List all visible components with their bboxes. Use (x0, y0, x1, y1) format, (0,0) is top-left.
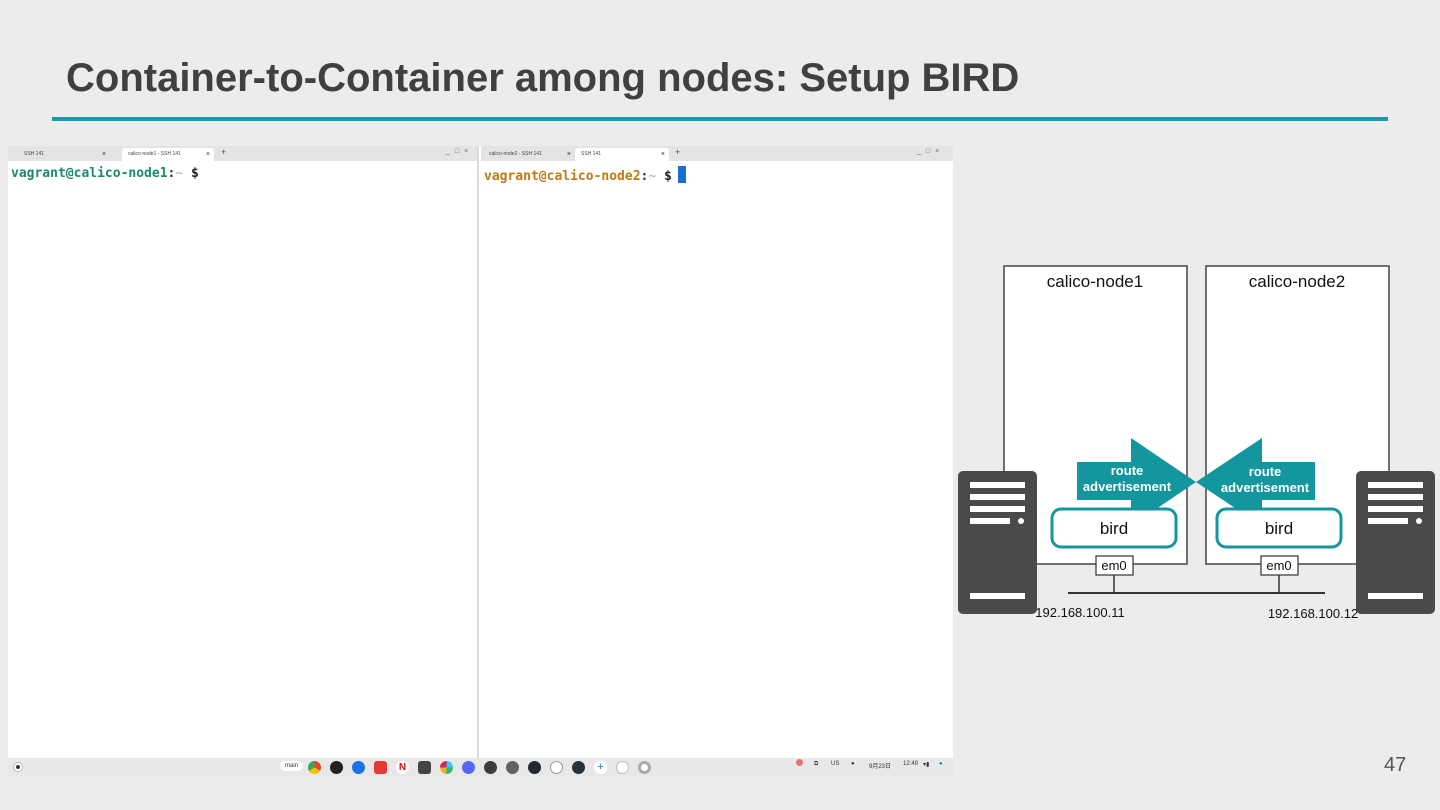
dot-app-icon[interactable] (638, 761, 651, 774)
close-icon[interactable]: × (206, 148, 210, 161)
terminal-window-node2: calico-node2 - SSH 141 × SSH 141 × + _□×… (481, 146, 953, 758)
bird-label-node2: bird (1265, 519, 1293, 538)
slide-title: Container-to-Container among nodes: Setu… (66, 56, 1020, 100)
server-icon-right (1356, 471, 1435, 614)
discord-icon[interactable] (462, 761, 475, 774)
route-label-left-1: route (1111, 463, 1144, 478)
bird-label-node1: bird (1100, 519, 1128, 538)
chrome-icon[interactable] (308, 761, 321, 774)
bird-route-diagram: calico-node1 calico-node2 route advertis… (958, 265, 1435, 621)
tab-bar: SSH 141 × calico-node1 - SSH 141 × + _□× (8, 146, 477, 161)
em0-label-node2: em0 (1266, 558, 1291, 573)
tab-label: calico-node1 - SSH 141 (128, 151, 181, 157)
terminal-icon[interactable] (484, 761, 497, 774)
slack-icon[interactable] (440, 761, 453, 774)
tray-overview-icon[interactable]: ⧉ (814, 761, 818, 768)
prompt-user-host: vagrant@calico-node2 (484, 169, 641, 184)
prompt-symbol: $ (664, 169, 672, 184)
youtube-icon[interactable] (374, 761, 387, 774)
close-icon[interactable]: × (567, 148, 571, 161)
terminal-prompt[interactable]: vagrant@calico-node1:~ $ (11, 166, 199, 181)
new-tab-icon[interactable]: + (221, 147, 226, 157)
account-icon[interactable]: ● (939, 761, 943, 767)
time-label[interactable]: 12:49 (903, 761, 918, 767)
github-icon[interactable] (330, 761, 343, 774)
screenshot-desktop: SSH 141 × calico-node1 - SSH 141 × + _□×… (8, 146, 953, 776)
github-desktop-icon[interactable] (528, 761, 541, 774)
launcher-icon[interactable] (13, 762, 23, 772)
server-icon-left (958, 471, 1037, 614)
ime-label[interactable]: US (831, 761, 839, 767)
prompt-path: ~ (175, 166, 184, 181)
close-icon[interactable]: × (661, 148, 665, 161)
new-tab-icon[interactable]: + (675, 147, 680, 157)
tab-calico-node2[interactable]: calico-node2 - SSH 141 × (483, 148, 575, 161)
desk-button[interactable]: main (280, 761, 304, 771)
window-controls[interactable]: _□× (917, 148, 944, 155)
prompt-path: ~ (648, 169, 657, 184)
wifi-icon: ▾▮ (923, 762, 930, 768)
plus-app-icon[interactable]: + (594, 761, 607, 774)
notification-icon[interactable] (796, 759, 803, 766)
prompt-symbol: $ (191, 166, 199, 181)
calico-node2-label: calico-node2 (1249, 272, 1345, 291)
ip-label-node1: 192.168.100.11 (1035, 605, 1124, 620)
route-label-right-1: route (1249, 464, 1282, 479)
route-label-left-2: advertisement (1083, 479, 1172, 494)
tab-label: SSH 141 (581, 151, 602, 157)
tab-ssh[interactable]: SSH 141 × (18, 148, 110, 161)
calico-node1-label: calico-node1 (1047, 272, 1143, 291)
title-divider (52, 117, 1388, 121)
date-label[interactable]: 9月23日 (869, 761, 891, 770)
window-controls[interactable]: _□× (446, 148, 473, 155)
os-shelf: main N + ⧉ US ● 9月23日 12:49 ▾▮ ● (8, 758, 953, 776)
tab-calico-node1[interactable]: calico-node1 - SSH 141 × (122, 148, 214, 161)
terminal-cursor (677, 166, 686, 183)
files-icon[interactable] (352, 761, 365, 774)
tab-bar: calico-node2 - SSH 141 × SSH 141 × + _□× (481, 146, 953, 161)
mountain-app-icon[interactable] (616, 761, 629, 774)
code-icon[interactable] (506, 761, 519, 774)
route-label-right-2: advertisement (1221, 480, 1310, 495)
bitwarden-icon[interactable] (418, 761, 431, 774)
ip-label-node2: 192.168.100.12 (1268, 606, 1358, 621)
hexagon-app-icon[interactable] (572, 761, 585, 774)
tab-label: SSH 141 (24, 151, 45, 157)
em0-label-node1: em0 (1101, 558, 1126, 573)
vpn-icon[interactable]: ● (851, 761, 855, 767)
tab-ssh[interactable]: SSH 141 × (575, 148, 669, 161)
terminal-window-node1: SSH 141 × calico-node1 - SSH 141 × + _□×… (8, 146, 479, 758)
close-icon[interactable]: × (102, 148, 106, 161)
page-number: 47 (1384, 754, 1407, 776)
terminal-prompt[interactable]: vagrant@calico-node2:~ $ (484, 166, 686, 184)
notes-icon[interactable] (550, 761, 563, 774)
prompt-user-host: vagrant@calico-node1 (11, 166, 168, 181)
tab-label: calico-node2 - SSH 141 (489, 151, 542, 157)
netflix-icon[interactable]: N (396, 761, 409, 774)
